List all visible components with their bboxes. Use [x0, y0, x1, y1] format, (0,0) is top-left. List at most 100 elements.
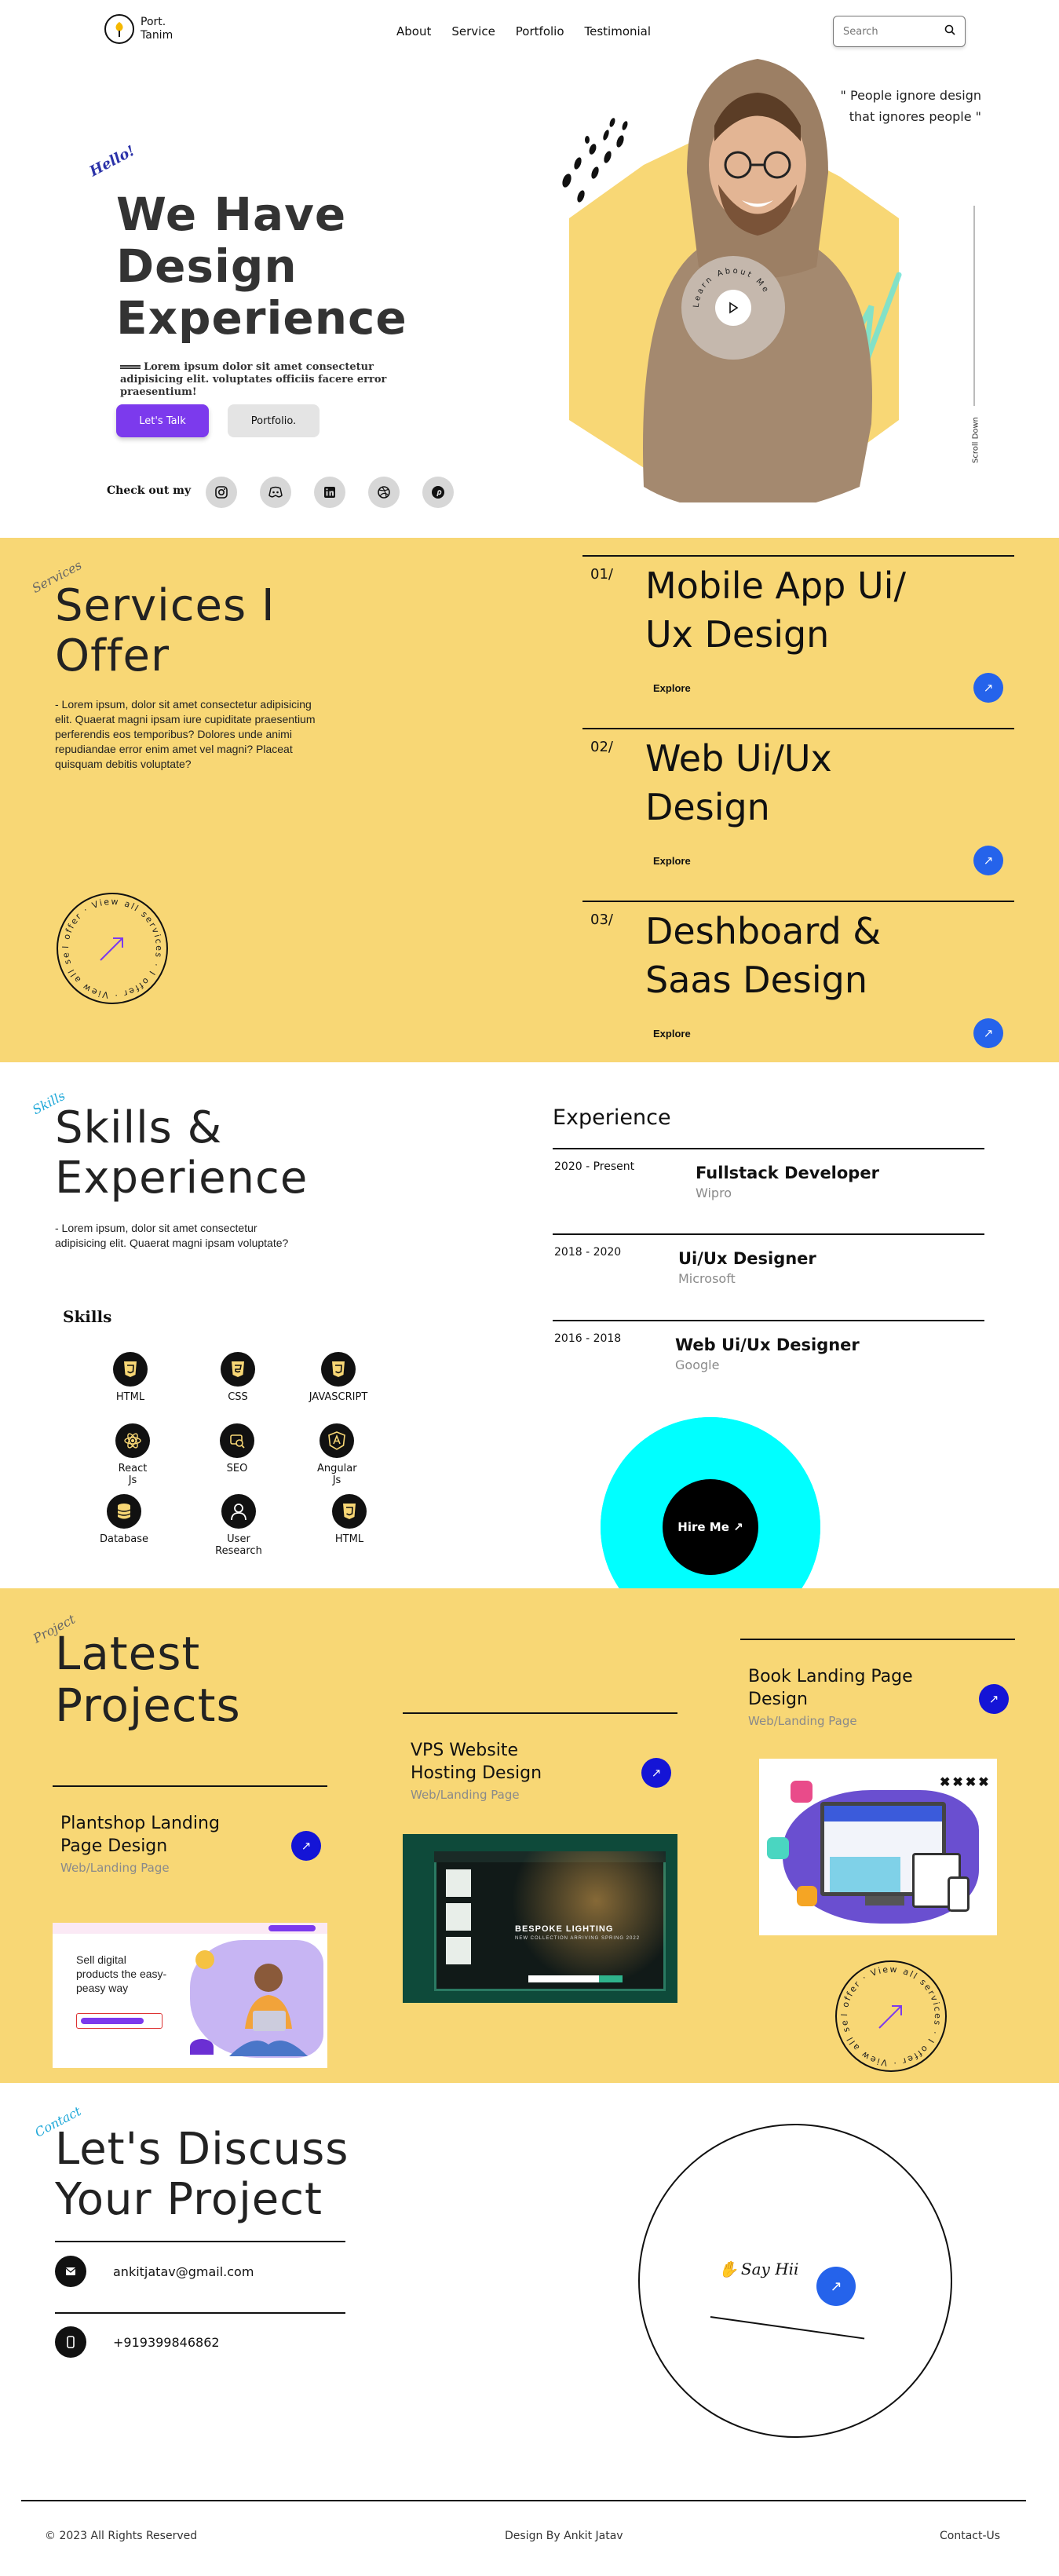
learn-about-me-button[interactable]: Learn About Me — [681, 256, 785, 360]
arrow-icon[interactable]: ↗ — [979, 1684, 1009, 1714]
skill-item: React Js — [93, 1423, 172, 1486]
experience-role: Web Ui/Ux Designer — [675, 1336, 860, 1354]
skills-description: - Lorem ipsum, dolor sit amet consectetu… — [55, 1222, 289, 1249]
service-title: Mobile App Ui/ Ux Design — [645, 565, 906, 656]
arrow-icon[interactable]: ↗ — [973, 1018, 1003, 1048]
check-out-label: Check out my — [107, 484, 192, 497]
skills-title: Skills & Experience — [55, 1102, 309, 1204]
arrow-icon[interactable]: ↗ — [973, 673, 1003, 703]
experience-item: 2018 - 2020 Ui/Ux Designer Microsoft — [553, 1233, 984, 1320]
brand-line-1: Port. — [141, 16, 166, 28]
hero-description: Lorem ipsum dolor sit amet consectetur a… — [120, 361, 387, 398]
nav-testimonial[interactable]: Testimonial — [585, 24, 652, 38]
service-title: Deshboard & Saas Design — [645, 910, 882, 1001]
scroll-down-label[interactable]: Scroll Down — [972, 413, 980, 468]
skill-item: HTML — [310, 1494, 389, 1545]
vps-subheadline: NEW COLLECTION ARRIVING SPRING 2022 — [515, 1936, 641, 1941]
contact-title: Let's Discuss Your Project — [55, 2124, 349, 2225]
hero-title-line: We Have — [116, 188, 347, 241]
brand-mark-icon — [104, 14, 134, 44]
nav-about[interactable]: About — [396, 24, 431, 38]
service-item: 02/ Web Ui/Ux Design Explore ↗ — [582, 728, 1014, 901]
project-title: VPS Website Hosting Design — [411, 1741, 542, 1783]
footer-copyright: © 2023 All Rights Reserved — [45, 2530, 198, 2542]
hire-me-button[interactable]: Hire Me ↗ — [663, 1479, 758, 1575]
arrow-icon[interactable]: ↗ — [641, 1758, 671, 1788]
footer-credit: Design By Ankit Jatav — [505, 2530, 623, 2542]
linkedin-icon[interactable] — [314, 477, 345, 508]
skills-subtitle: Skills — [63, 1307, 112, 1326]
brand-logo[interactable]: Port. Tanim — [104, 14, 173, 44]
html5-icon — [332, 1494, 367, 1529]
css3-icon — [221, 1352, 255, 1387]
project-category: Web/Landing Page — [748, 1714, 857, 1728]
say-hi-circle — [638, 2124, 952, 2438]
react-icon — [115, 1423, 150, 1458]
phone-row[interactable]: +919399846862 — [55, 2326, 220, 2358]
say-hi-arrow-button[interactable]: ↗ — [816, 2267, 856, 2306]
services-title: Services I Offer — [55, 580, 276, 681]
email-icon — [55, 2256, 86, 2287]
experience-company: Wipro — [696, 1186, 732, 1200]
phone-text[interactable]: +919399846862 — [113, 2335, 220, 2350]
project-category: Web/Landing Page — [60, 1861, 170, 1875]
search-icon[interactable] — [944, 24, 955, 39]
view-all-services-badge[interactable]: I offer · View all services · I offer · … — [831, 1951, 948, 2074]
services-description: - Lorem ipsum, dolor sit amet consectetu… — [55, 698, 316, 770]
lets-talk-button[interactable]: Let's Talk — [116, 404, 209, 437]
seo-icon — [220, 1423, 254, 1458]
plantshop-headline: Sell digital products the easy-peasy way — [76, 1953, 167, 1994]
search-box[interactable] — [833, 16, 966, 47]
service-number: 01/ — [590, 566, 613, 583]
scroll-divider — [973, 206, 975, 406]
discord-icon[interactable] — [260, 477, 291, 508]
skill-item: HTML — [91, 1352, 170, 1403]
experience-dates: 2018 - 2020 — [554, 1246, 622, 1259]
experience-item: 2020 - Present Fullstack Developer Wipro — [553, 1148, 984, 1234]
angular-icon — [320, 1423, 354, 1458]
explore-link[interactable]: Explore — [653, 1028, 691, 1040]
footer-contact-link[interactable]: Contact-Us — [940, 2530, 1000, 2542]
play-icon[interactable] — [715, 290, 751, 326]
project-category: Web/Landing Page — [411, 1788, 520, 1802]
nav-service[interactable]: Service — [451, 24, 495, 38]
project-card[interactable]: Book Landing Page Design Web/Landing Pag… — [740, 1639, 1015, 1935]
project-card[interactable]: Plantshop Landing Page Design Web/Landin… — [53, 1785, 327, 2068]
footer-divider — [21, 2500, 1026, 2501]
hero-title-line: Experience — [116, 291, 407, 345]
database-icon — [107, 1494, 141, 1529]
service-number: 03/ — [590, 912, 613, 928]
arrow-icon[interactable]: ↗ — [291, 1831, 321, 1861]
service-item: 03/ Deshboard & Saas Design Explore ↗ — [582, 901, 1014, 1058]
say-hi-label: ✋ Say Hii — [718, 2260, 799, 2278]
book-thumbnail[interactable]: ✖✖✖✖ — [759, 1759, 997, 1935]
brand-line-2: Tanim — [141, 29, 173, 42]
hello-tag: Hello! — [86, 142, 138, 181]
project-card[interactable]: VPS Website Hosting Design Web/Landing P… — [403, 1712, 677, 2003]
experience-company: Google — [675, 1357, 720, 1372]
experience-company: Microsoft — [678, 1271, 736, 1286]
portfolio-button[interactable]: Portfolio. — [228, 404, 320, 437]
nav-portfolio[interactable]: Portfolio — [516, 24, 564, 38]
hero-quote: " People ignore design that ignores peop… — [840, 88, 981, 124]
email-row[interactable]: ankitjatav@gmail.com — [55, 2256, 254, 2287]
contact-divider — [55, 2312, 345, 2314]
javascript-icon — [321, 1352, 356, 1387]
pinterest-icon[interactable] — [422, 477, 454, 508]
explore-link[interactable]: Explore — [653, 682, 691, 694]
email-text[interactable]: ankitjatav@gmail.com — [113, 2264, 254, 2279]
skill-item: SEO — [198, 1423, 276, 1474]
plantshop-thumbnail[interactable]: Sell digital products the easy-peasy way — [53, 1923, 327, 2068]
instagram-icon[interactable] — [206, 477, 237, 508]
view-all-services-badge[interactable]: I offer · View all services · I offer · … — [52, 883, 170, 1006]
vps-thumbnail[interactable]: BESPOKE LIGHTING NEW COLLECTION ARRIVING… — [403, 1834, 677, 2003]
skill-item: User Research — [199, 1494, 278, 1557]
skill-item: Angular Js — [298, 1423, 376, 1486]
arrow-icon[interactable]: ↗ — [973, 846, 1003, 875]
search-input[interactable] — [843, 25, 929, 38]
explore-link[interactable]: Explore — [653, 855, 691, 867]
skill-item: CSS — [199, 1352, 277, 1403]
dribbble-icon[interactable] — [368, 477, 400, 508]
vps-headline: BESPOKE LIGHTING — [515, 1924, 614, 1934]
html5-icon — [113, 1352, 148, 1387]
